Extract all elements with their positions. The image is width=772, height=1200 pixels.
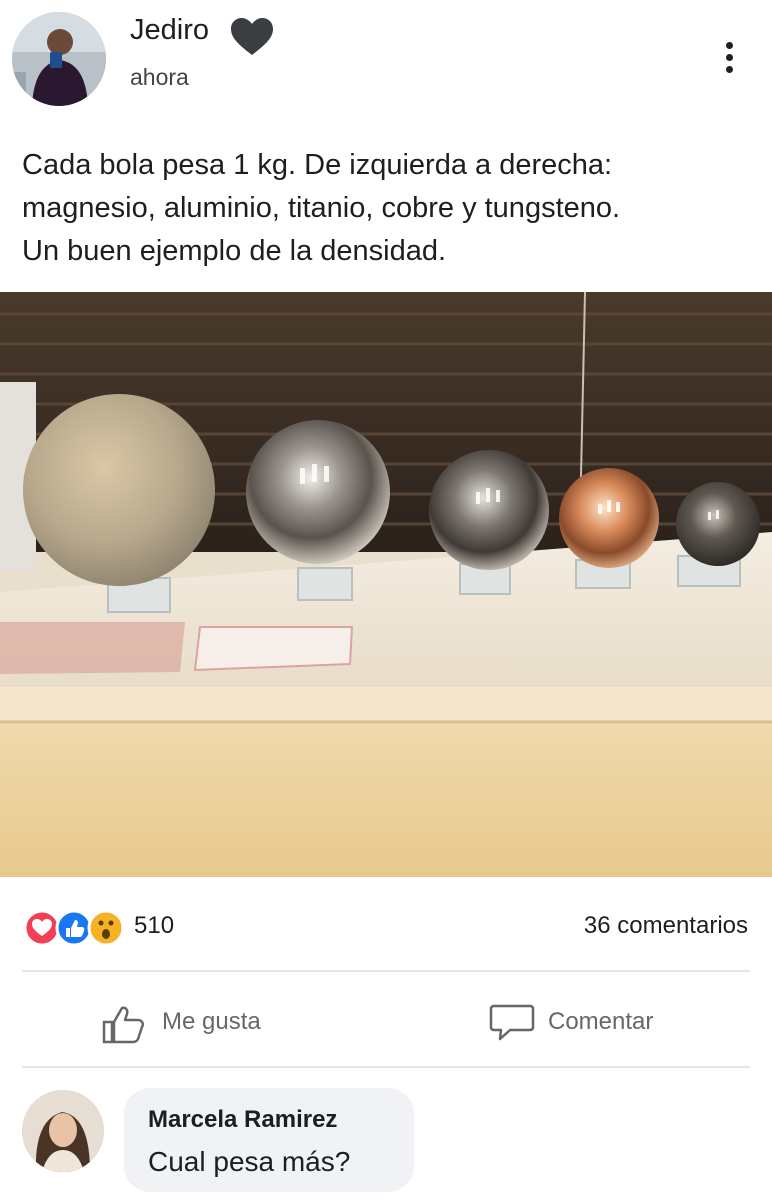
author-avatar[interactable] (12, 12, 106, 106)
wow-reaction-icon (87, 909, 125, 947)
post-timestamp[interactable]: ahora (130, 64, 189, 91)
like-label: Me gusta (162, 1008, 261, 1035)
commenter-avatar[interactable] (22, 1090, 104, 1172)
post-text: Cada bola pesa 1 kg. De izquierda a dere… (22, 144, 762, 273)
divider (22, 970, 750, 972)
comment-button[interactable]: Comentar (488, 990, 688, 1056)
post-stats: 510 36 comentarios (0, 900, 772, 954)
kebab-menu-icon[interactable] (716, 38, 742, 78)
reaction-count[interactable]: 510 (134, 912, 174, 940)
comment-icon (489, 1004, 535, 1041)
post-text-line: Un buen ejemplo de la densidad. (22, 235, 447, 267)
like-button[interactable]: Me gusta (100, 990, 300, 1056)
comment-label: Comentar (548, 1008, 654, 1035)
post-actions: Me gusta Comentar (0, 990, 772, 1056)
post-header: Jediro ahora (0, 0, 772, 130)
reaction-icons[interactable] (22, 908, 132, 948)
comment: Marcela Ramirez Cual pesa más? (0, 1078, 772, 1200)
divider (22, 1066, 750, 1068)
post-author-name[interactable]: Jediro (130, 14, 209, 47)
comments-count[interactable]: 36 comentarios (584, 912, 748, 940)
commenter-name[interactable]: Marcela Ramirez (148, 1106, 337, 1134)
heart-icon (231, 18, 273, 55)
post-text-line: Cada bola pesa 1 kg. De izquierda a dere… (22, 149, 613, 181)
post-photo[interactable] (0, 292, 772, 877)
like-icon (102, 1006, 145, 1044)
comment-bubble[interactable]: Marcela Ramirez Cual pesa más? (124, 1088, 414, 1192)
comment-text: Cual pesa más? (148, 1146, 351, 1177)
post-text-line: magnesio, aluminio, titanio, cobre y tun… (22, 192, 621, 224)
